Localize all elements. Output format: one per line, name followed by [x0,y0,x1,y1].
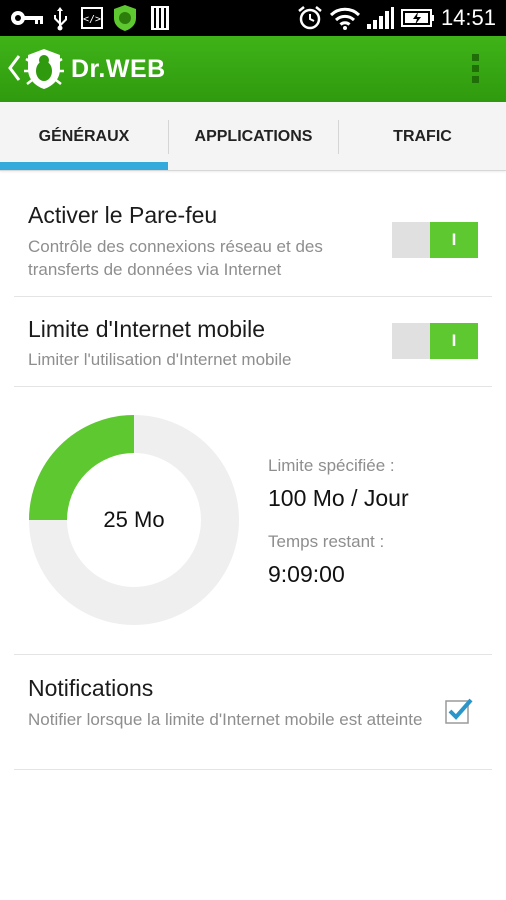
usage-used-label: 25 Mo [103,507,165,532]
notifications-description: Notifier lorsque la limite d'Internet mo… [28,710,423,729]
svg-text:</>: </> [83,14,101,25]
firewall-title: Activer le Pare-feu [28,202,218,228]
notifications-setting[interactable]: Notifications Notifier lorsque la limite… [14,654,492,770]
limit-label: Limite spécifiée : [268,456,395,475]
developer-icon: </> [78,0,106,36]
firewall-setting[interactable]: Activer le Pare-feu Contrôle des connexi… [14,190,492,297]
key-icon [8,0,46,36]
remaining-label: Temps restant : [268,532,385,551]
mobile-limit-title: Limite d'Internet mobile [28,316,266,342]
limit-value: 100 Mo / Jour [268,485,409,511]
remaining-value: 9:09:00 [268,561,345,587]
active-tab-indicator [0,162,168,170]
clock-time: 14:51 [440,5,496,30]
app-brand-title: Dr.WEB [71,55,166,83]
notifications-checkbox[interactable] [444,697,473,724]
battery-charging-icon [400,0,436,36]
overflow-menu-icon[interactable] [472,54,480,84]
drweb-spider-logo-icon [22,45,66,93]
signal-icon [364,0,396,36]
notifications-title: Notifications [28,675,154,701]
toggle-on-knob: I [430,323,478,359]
tab-applications[interactable]: APPLICATIONS [169,102,338,170]
app-bar: Dr.WEB [0,36,506,102]
status-bar: </> 14:51 [0,0,506,36]
chevron-left-icon[interactable] [6,50,22,86]
mobile-limit-toggle[interactable]: I [392,323,478,359]
mobile-limit-setting[interactable]: Limite d'Internet mobile Limiter l'utili… [14,297,492,387]
firewall-toggle[interactable]: I [392,222,478,258]
mobile-limit-description: Limiter l'utilisation d'Internet mobile [28,350,292,369]
drweb-shield-icon [110,0,140,36]
tab-trafic[interactable]: TRAFIC [339,102,506,170]
toggle-on-knob: I [430,222,478,258]
usb-icon [48,0,72,36]
wifi-icon [328,0,362,36]
firewall-description: Contrôle des connexions réseau et des tr… [28,237,323,279]
tab-bar: GÉNÉRAUX APPLICATIONS TRAFIC [0,102,506,171]
tab-generaux[interactable]: GÉNÉRAUX [0,102,168,170]
sim-card-icon [148,0,172,36]
alarm-clock-icon [296,0,324,36]
